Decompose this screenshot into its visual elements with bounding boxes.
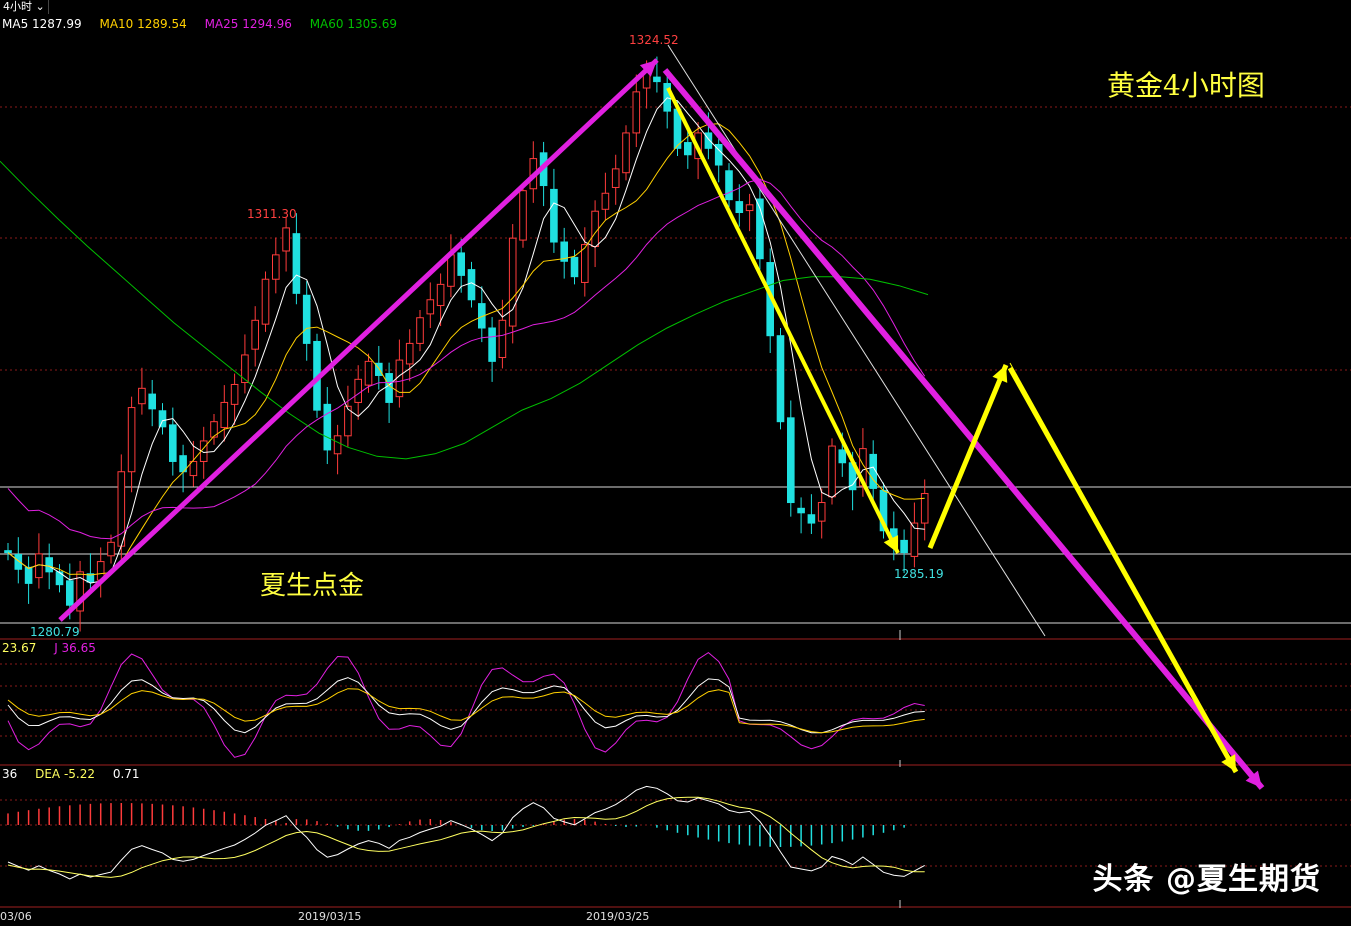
chart-title: 黄金4小时图: [1107, 69, 1265, 102]
candle-body: [632, 91, 641, 134]
candle-body: [385, 373, 393, 403]
macd-value-legend: 0.71: [112, 767, 140, 781]
candle-body: [261, 278, 270, 325]
candle-body: [498, 319, 507, 359]
candle-body: [776, 335, 785, 423]
x-tick-date-2: 2019/03/15: [298, 910, 362, 923]
forecast-drop-arrow: [1007, 366, 1239, 774]
candle-body: [169, 424, 177, 462]
candle-body: [550, 188, 558, 243]
period-label: 4小时: [3, 0, 32, 13]
moving-averages: [0, 97, 929, 584]
candle-body: [797, 507, 805, 514]
candle-body: [138, 387, 146, 405]
candle-body: [735, 201, 744, 213]
x-tick-date-3: 2019/03/25: [586, 910, 650, 923]
candle-body: [807, 514, 816, 524]
candle-body: [158, 410, 167, 428]
candle-body: [416, 317, 424, 344]
macd-legend: 36 DEA -5.22 0.71: [2, 767, 154, 781]
candle-body: [457, 252, 465, 276]
candle-body: [107, 541, 115, 557]
ma5-legend: MA5 1287.99: [2, 17, 82, 31]
uptrend-arrow: [58, 58, 659, 622]
candle-body: [148, 393, 156, 410]
ma60-legend: MA60 1305.69: [309, 17, 397, 31]
candle-body: [292, 233, 301, 294]
x-tick-date-1: 03/06: [0, 910, 32, 923]
kdj-j-line: [7, 651, 925, 758]
candle-body: [354, 378, 362, 403]
candle-body: [302, 294, 311, 344]
channel-line: [667, 44, 1046, 637]
chart-canvas[interactable]: 1324.52 1311.30 1280.79 1285.19: [0, 0, 1351, 926]
watermark: 头条 @夏生期货: [1092, 862, 1321, 897]
candle-body: [127, 407, 136, 473]
candle-body: [488, 327, 496, 362]
swing-high-label: 1311.30: [247, 207, 297, 221]
candle-body: [282, 227, 290, 252]
kdj-d-line: [7, 688, 925, 734]
candle-body: [333, 435, 342, 455]
candle-body: [838, 449, 847, 464]
candle-body: [601, 192, 610, 210]
candle-body: [745, 204, 754, 212]
candle-body: [653, 76, 661, 83]
candle-body: [704, 132, 713, 149]
candle-body: [241, 354, 249, 384]
kdj-d-legend: 23.67: [2, 641, 37, 655]
low-price-label: 1280.79: [30, 625, 80, 639]
candle-body: [364, 360, 373, 386]
rebound-arrow: [927, 364, 1009, 549]
ma-legend: MA5 1287.99 MA10 1289.54 MA25 1294.96 MA…: [2, 17, 411, 31]
candle-body: [220, 401, 229, 428]
candle-body: [725, 170, 733, 201]
candle-body: [817, 502, 826, 522]
candle-body: [622, 132, 630, 174]
candle-body: [405, 342, 414, 365]
candle-body: [684, 142, 692, 156]
author-label: 夏生点金: [260, 571, 365, 601]
chevron-down-icon: ⌄: [35, 0, 45, 13]
candle-body: [66, 580, 74, 606]
candle-body: [519, 190, 527, 241]
candle-body: [570, 256, 579, 278]
macd-dea-legend: DEA -5.22: [35, 767, 96, 781]
macd-dea-line: [7, 796, 925, 878]
candle-body: [508, 237, 517, 327]
candle-body: [611, 168, 620, 188]
kdj-legend: 23.67 J 36.65: [2, 641, 110, 655]
candle-body: [436, 283, 445, 307]
candle-body: [591, 210, 599, 248]
candle-body: [900, 539, 908, 554]
candle-body: [45, 557, 54, 573]
ma10-line: [7, 123, 925, 576]
downtrend-arrow: [662, 68, 1265, 790]
drop-arrow: [666, 87, 900, 554]
ma5-line: [7, 97, 925, 584]
candle-body: [467, 269, 476, 301]
candle-body: [323, 403, 332, 451]
macd-diff-legend: 36: [2, 767, 18, 781]
high-price-label: 1324.52: [629, 33, 679, 47]
ma10-legend: MA10 1289.54: [99, 17, 187, 31]
candle-body: [230, 383, 239, 405]
candle-body: [4, 550, 12, 554]
candle-body: [787, 417, 795, 504]
ma25-legend: MA25 1294.96: [204, 17, 292, 31]
kdj-panel: [7, 651, 925, 758]
candle-body: [251, 319, 259, 350]
candle-body: [272, 254, 280, 280]
period-selector[interactable]: 4小时 ⌄: [0, 0, 49, 14]
candle-body: [828, 445, 836, 498]
kdj-j-legend: J 36.65: [54, 641, 96, 655]
ma60-line: [0, 160, 929, 460]
recent-low-label: 1285.19: [894, 567, 944, 581]
candle-body: [14, 554, 23, 570]
candle-body: [447, 254, 455, 287]
candle-body: [24, 566, 33, 584]
candle-body: [426, 299, 435, 315]
price-labels: 1324.52 1311.30 1280.79 1285.19: [30, 33, 944, 639]
trend-arrows: [58, 44, 1265, 790]
